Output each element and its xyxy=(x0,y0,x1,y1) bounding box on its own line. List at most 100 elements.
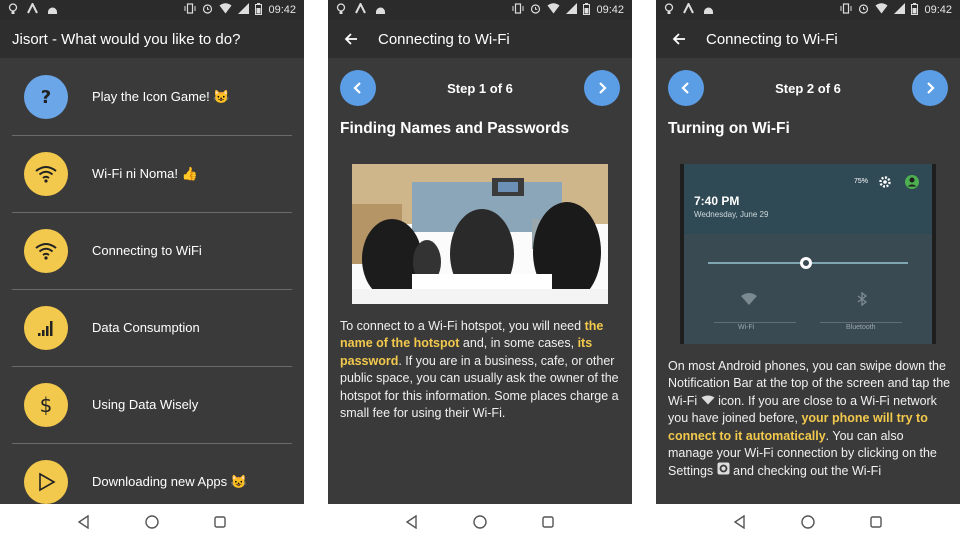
home-nav-icon[interactable] xyxy=(799,513,817,531)
user-avatar-icon xyxy=(905,175,919,189)
menu-item-connecting-wifi[interactable]: Connecting to WiFi xyxy=(12,212,292,290)
shade-date: Wednesday, June 29 xyxy=(694,210,769,219)
recents-nav-icon[interactable] xyxy=(867,513,885,531)
wifi-icon xyxy=(24,151,68,196)
dollar-icon: $ xyxy=(24,382,68,427)
svg-text:$: $ xyxy=(40,393,53,417)
back-nav-icon[interactable] xyxy=(403,513,421,531)
status-time: 09:42 xyxy=(268,4,296,16)
vibrate-icon xyxy=(840,3,852,17)
app-bar: Connecting to Wi-Fi xyxy=(656,20,960,58)
alarm-icon xyxy=(530,3,541,17)
home-nav-icon[interactable] xyxy=(143,513,161,531)
previous-step-button[interactable] xyxy=(340,70,376,106)
status-time: 09:42 xyxy=(924,4,952,16)
system-nav-bar xyxy=(0,504,304,540)
battery-icon xyxy=(583,2,591,18)
system-nav-bar xyxy=(328,504,632,540)
app-a-icon xyxy=(683,1,694,17)
app-bar: Jisort - What would you like to do? xyxy=(0,20,304,58)
system-nav-bar xyxy=(656,504,960,540)
shade-time: 7:40 PM xyxy=(694,194,740,208)
android-icon xyxy=(47,3,58,17)
wifi-signal-icon xyxy=(875,3,888,17)
inline-wifi-icon xyxy=(701,394,715,408)
back-arrow-icon[interactable] xyxy=(340,28,362,50)
app-bar: Connecting to Wi-Fi xyxy=(328,20,632,58)
bulb-icon xyxy=(664,2,674,18)
battery-icon xyxy=(911,2,919,18)
signal-bars-icon xyxy=(24,305,68,350)
tile-divider xyxy=(714,322,796,323)
play-store-icon xyxy=(24,459,68,504)
cafe-photo xyxy=(352,164,608,304)
menu-item-label: Wi-Fi ni Noma! 👍 xyxy=(92,165,198,181)
step-content: Step 1 of 6 Finding Names and Passwords xyxy=(328,58,632,504)
wifi-tile-label: Wi-Fi xyxy=(738,324,755,331)
body-text-part: To connect to a Wi-Fi hotspot, you will … xyxy=(340,319,585,333)
battery-icon xyxy=(255,2,263,18)
step-body-text: On most Android phones, you can swipe do… xyxy=(668,358,952,481)
status-bar: 09:42 xyxy=(0,0,304,20)
page-title: Connecting to Wi-Fi xyxy=(706,30,838,48)
page-title: Connecting to Wi-Fi xyxy=(378,30,510,48)
svg-text:?: ? xyxy=(41,87,51,108)
step-navigation: Step 2 of 6 xyxy=(668,70,948,106)
menu-item-label: Using Data Wisely xyxy=(92,397,199,412)
chevron-right-icon xyxy=(927,82,935,94)
cell-signal-icon xyxy=(566,3,578,17)
inline-settings-icon xyxy=(717,462,730,478)
tile-divider xyxy=(820,322,902,323)
cell-signal-icon xyxy=(894,3,906,17)
wifi-tile-icon xyxy=(741,293,757,305)
menu-item-wifi-ni-noma[interactable]: Wi-Fi ni Noma! 👍 xyxy=(12,135,292,213)
body-text-part: and checking out the Wi-Fi xyxy=(729,464,882,479)
app-a-icon xyxy=(355,1,366,17)
bluetooth-tile-icon xyxy=(857,292,868,306)
step-body-text: To connect to a Wi-Fi hotspot, you will … xyxy=(340,318,624,422)
menu-item-data-consumption[interactable]: Data Consumption xyxy=(12,289,292,367)
step-indicator: Step 2 of 6 xyxy=(775,80,841,96)
step-heading: Finding Names and Passwords xyxy=(340,120,570,137)
alarm-icon xyxy=(202,3,213,17)
menu-item-using-data-wisely[interactable]: $ Using Data Wisely xyxy=(12,366,292,444)
wifi-signal-icon xyxy=(547,3,560,17)
notification-shade-screenshot: 7:40 PM Wednesday, June 29 75% Wi-Fi Blu… xyxy=(680,164,936,344)
android-icon xyxy=(375,3,386,17)
chevron-left-icon xyxy=(681,82,689,94)
back-arrow-icon[interactable] xyxy=(668,28,690,50)
back-nav-icon[interactable] xyxy=(75,513,93,531)
phone-screen-menu: 09:42 Jisort - What would you like to do… xyxy=(0,0,304,540)
recents-nav-icon[interactable] xyxy=(539,513,557,531)
step-indicator: Step 1 of 6 xyxy=(447,80,513,96)
status-bar: 09:42 xyxy=(656,0,960,20)
step-navigation: Step 1 of 6 xyxy=(340,70,620,106)
menu-list: ? Play the Icon Game! 😺 Wi-Fi ni Noma! 👍… xyxy=(0,58,304,504)
body-text-part: and, in some cases, xyxy=(459,336,578,351)
chevron-left-icon xyxy=(353,82,361,94)
recents-nav-icon[interactable] xyxy=(211,513,229,531)
back-nav-icon[interactable] xyxy=(731,513,749,531)
next-step-button[interactable] xyxy=(584,70,620,106)
vibrate-icon xyxy=(184,3,196,17)
cell-signal-icon xyxy=(238,3,250,17)
next-step-button[interactable] xyxy=(912,70,948,106)
home-nav-icon[interactable] xyxy=(471,513,489,531)
android-icon xyxy=(703,3,714,17)
previous-step-button[interactable] xyxy=(668,70,704,106)
phone-screen-step-2: 09:42 Connecting to Wi-Fi Step 2 of 6 Tu… xyxy=(656,0,960,540)
menu-item-label: Downloading new Apps 😺 xyxy=(92,473,247,489)
chevron-right-icon xyxy=(599,82,607,94)
wifi-signal-icon xyxy=(219,3,232,17)
step-heading: Turning on Wi-Fi xyxy=(668,120,790,137)
menu-item-icon-game[interactable]: ? Play the Icon Game! 😺 xyxy=(12,58,292,136)
menu-item-label: Connecting to WiFi xyxy=(92,243,202,258)
vibrate-icon xyxy=(512,3,524,17)
step-content: Step 2 of 6 Turning on Wi-Fi 7:40 PM Wed… xyxy=(656,58,960,504)
shade-battery: 75% xyxy=(853,178,868,185)
status-bar: 09:42 xyxy=(328,0,632,20)
alarm-icon xyxy=(858,3,869,17)
bulb-icon xyxy=(8,2,18,18)
menu-item-label: Play the Icon Game! 😺 xyxy=(92,88,230,104)
app-a-icon xyxy=(27,1,38,17)
